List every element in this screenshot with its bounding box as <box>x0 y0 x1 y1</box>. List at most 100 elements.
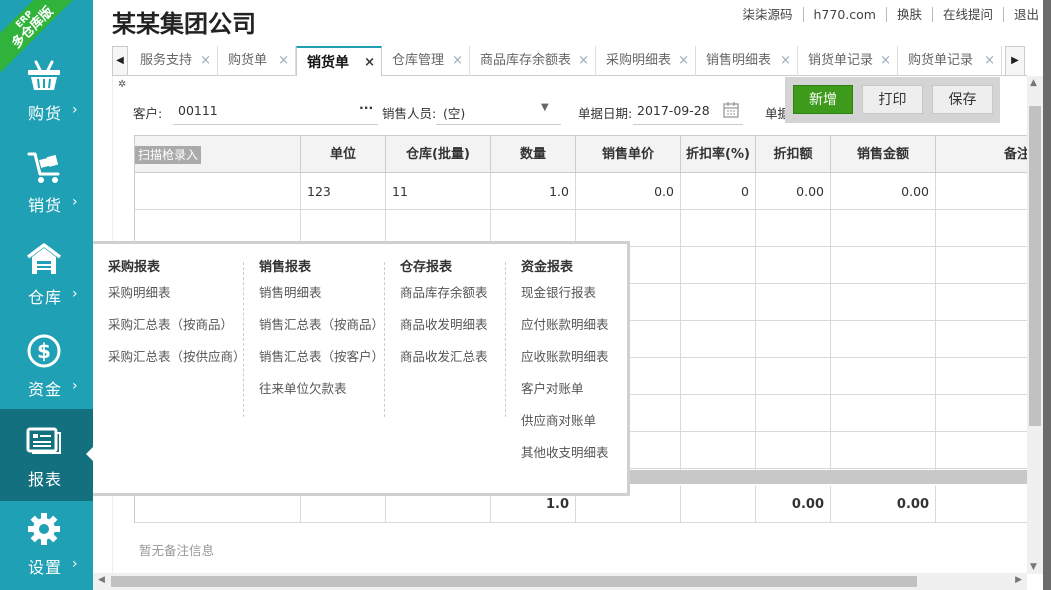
report-column-purchase: 采购报表 采购明细表 采购汇总表（按商品） 采购汇总表（按供应商） <box>108 256 246 381</box>
grid-cell-unit-price[interactable]: 0.0 <box>576 173 681 210</box>
sidebar-item-purchase[interactable]: 购货 › <box>0 48 93 140</box>
new-button[interactable]: 新增 <box>793 85 853 114</box>
customer-more-icon[interactable]: ··· <box>359 100 373 115</box>
tab-sales-record[interactable]: 销货单记录 × <box>798 46 898 76</box>
sidebar-item-label: 设置 <box>28 558 63 577</box>
close-icon[interactable]: × <box>452 46 463 76</box>
grid-cell-quantity[interactable]: 1.0 <box>491 173 576 210</box>
grid-cell-unit[interactable]: 123 <box>301 173 386 210</box>
report-column-title: 仓存报表 <box>400 260 453 275</box>
svg-text:$: $ <box>37 339 51 363</box>
report-column-title: 资金报表 <box>521 260 574 275</box>
link-logout[interactable]: 退出 <box>1004 7 1043 22</box>
total-discount: 0.00 <box>756 486 831 523</box>
link-change-skin[interactable]: 换肤 <box>886 7 933 22</box>
grid-cell-remark[interactable] <box>936 173 1027 210</box>
sidebar-item-sales[interactable]: 销货 › <box>0 140 93 232</box>
tab-label: 商品库存余额表 <box>480 53 572 68</box>
close-icon[interactable]: × <box>880 46 891 76</box>
settings-small-icon[interactable]: ✲ <box>118 79 126 90</box>
close-icon[interactable]: × <box>578 46 589 76</box>
sidebar-item-warehouse[interactable]: 仓库 › <box>0 232 93 324</box>
grid-cell-warehouse[interactable]: 11 <box>386 173 491 210</box>
close-icon[interactable]: × <box>364 48 375 78</box>
scroll-right-icon[interactable]: ▶ <box>1015 575 1022 585</box>
tab-warehouse[interactable]: 仓库管理 × <box>382 46 470 76</box>
chevron-down-icon[interactable]: ▼ <box>541 102 549 113</box>
close-icon[interactable]: × <box>278 46 289 76</box>
tab-inventory-balance[interactable]: 商品库存余额表 × <box>470 46 596 76</box>
tab-next-button[interactable]: ▶ <box>1005 46 1025 76</box>
tab-service-support[interactable]: 服务支持 × <box>130 46 218 76</box>
link-source-code[interactable]: 柒柒源码 <box>732 7 804 22</box>
report-link[interactable]: 其他收支明细表 <box>521 445 609 477</box>
chevron-right-icon: › <box>72 378 78 394</box>
basket-icon <box>28 60 60 90</box>
date-label: 单据日期: <box>578 106 633 121</box>
link-site[interactable]: h770.com <box>803 7 887 22</box>
report-link[interactable]: 销售汇总表（按商品） <box>259 317 384 349</box>
tab-sales-order[interactable]: 销货单 × <box>296 46 382 77</box>
total-amount: 0.00 <box>831 486 936 523</box>
report-link[interactable]: 采购明细表 <box>108 285 246 317</box>
tab-purchase-record[interactable]: 购货单记录 × <box>898 46 1002 76</box>
chevron-right-icon: › <box>72 102 78 118</box>
close-icon[interactable]: × <box>678 46 689 76</box>
tab-purchase-order[interactable]: 购货单 × <box>218 46 296 76</box>
tab-label: 购货单 <box>228 53 268 68</box>
scroll-down-icon[interactable]: ▼ <box>1030 562 1037 572</box>
report-icon <box>26 427 61 454</box>
report-link[interactable]: 应付账款明细表 <box>521 317 609 349</box>
report-link[interactable]: 商品收发汇总表 <box>400 349 488 381</box>
vertical-scrollbar[interactable]: ▲ ▼ <box>1027 76 1043 574</box>
report-link[interactable]: 采购汇总表（按供应商） <box>108 349 246 381</box>
customer-label: 客户: <box>133 106 163 121</box>
scrollbar-thumb[interactable] <box>111 576 917 587</box>
customer-input[interactable]: 00111 <box>178 103 218 118</box>
report-link[interactable]: 现金银行报表 <box>521 285 609 317</box>
date-input[interactable]: 2017-09-28 <box>637 103 710 118</box>
horizontal-scrollbar[interactable]: ◀ ▶ <box>93 573 1027 590</box>
sidebar-item-reports[interactable]: 报表 <box>0 409 93 501</box>
report-link[interactable]: 往来单位欠款表 <box>259 381 384 413</box>
calendar-icon[interactable] <box>722 101 740 119</box>
sidebar-item-label: 购货 <box>28 104 63 123</box>
report-link[interactable]: 销售汇总表（按客户） <box>259 349 384 381</box>
report-link[interactable]: 采购汇总表（按商品） <box>108 317 246 349</box>
report-link[interactable]: 客户对账单 <box>521 381 609 413</box>
grid-cell-discount[interactable]: 0.00 <box>756 173 831 210</box>
grid-cell-discount-rate[interactable]: 0 <box>681 173 756 210</box>
grid-cell-amount[interactable]: 0.00 <box>831 173 936 210</box>
tab-label: 销货单 <box>307 55 349 71</box>
report-link[interactable]: 供应商对账单 <box>521 413 609 445</box>
report-link[interactable]: 销售明细表 <box>259 285 384 317</box>
save-button[interactable]: 保存 <box>932 85 993 114</box>
gear-icon <box>28 513 60 545</box>
grid-cell[interactable] <box>135 173 301 210</box>
scroll-left-icon[interactable]: ◀ <box>98 575 105 585</box>
grid-header-remark: 备注 <box>936 135 1027 173</box>
report-link[interactable]: 应收账款明细表 <box>521 349 609 381</box>
tab-prev-button[interactable]: ◀ <box>112 46 128 76</box>
sidebar-item-settings[interactable]: 设置 › <box>0 502 93 590</box>
report-column-funds: 资金报表 现金银行报表 应付账款明细表 应收账款明细表 客户对账单 供应商对账单… <box>521 256 609 477</box>
scrollbar-thumb[interactable] <box>1029 106 1041 426</box>
remark-text[interactable]: 暂无备注信息 <box>139 540 214 559</box>
total-cell <box>936 486 1027 523</box>
tab-sales-detail[interactable]: 销售明细表 × <box>696 46 798 76</box>
sidebar-item-funds[interactable]: $ 资金 › <box>0 324 93 416</box>
report-link[interactable]: 商品收发明细表 <box>400 317 488 349</box>
tab-purchase-detail[interactable]: 采购明细表 × <box>596 46 696 76</box>
close-icon[interactable]: × <box>780 46 791 76</box>
print-button[interactable]: 打印 <box>862 85 923 114</box>
scan-input-button[interactable]: 扫描枪录入 <box>135 146 202 164</box>
salesperson-label: 销售人员: <box>382 106 437 121</box>
salesperson-select[interactable]: (空) <box>443 103 465 122</box>
divider <box>505 262 506 417</box>
grid-header-unit: 单位 <box>301 135 386 173</box>
close-icon[interactable]: × <box>984 46 995 76</box>
link-online-help[interactable]: 在线提问 <box>932 7 1004 22</box>
close-icon[interactable]: × <box>200 46 211 76</box>
scroll-up-icon[interactable]: ▲ <box>1030 78 1037 88</box>
report-link[interactable]: 商品库存余额表 <box>400 285 488 317</box>
